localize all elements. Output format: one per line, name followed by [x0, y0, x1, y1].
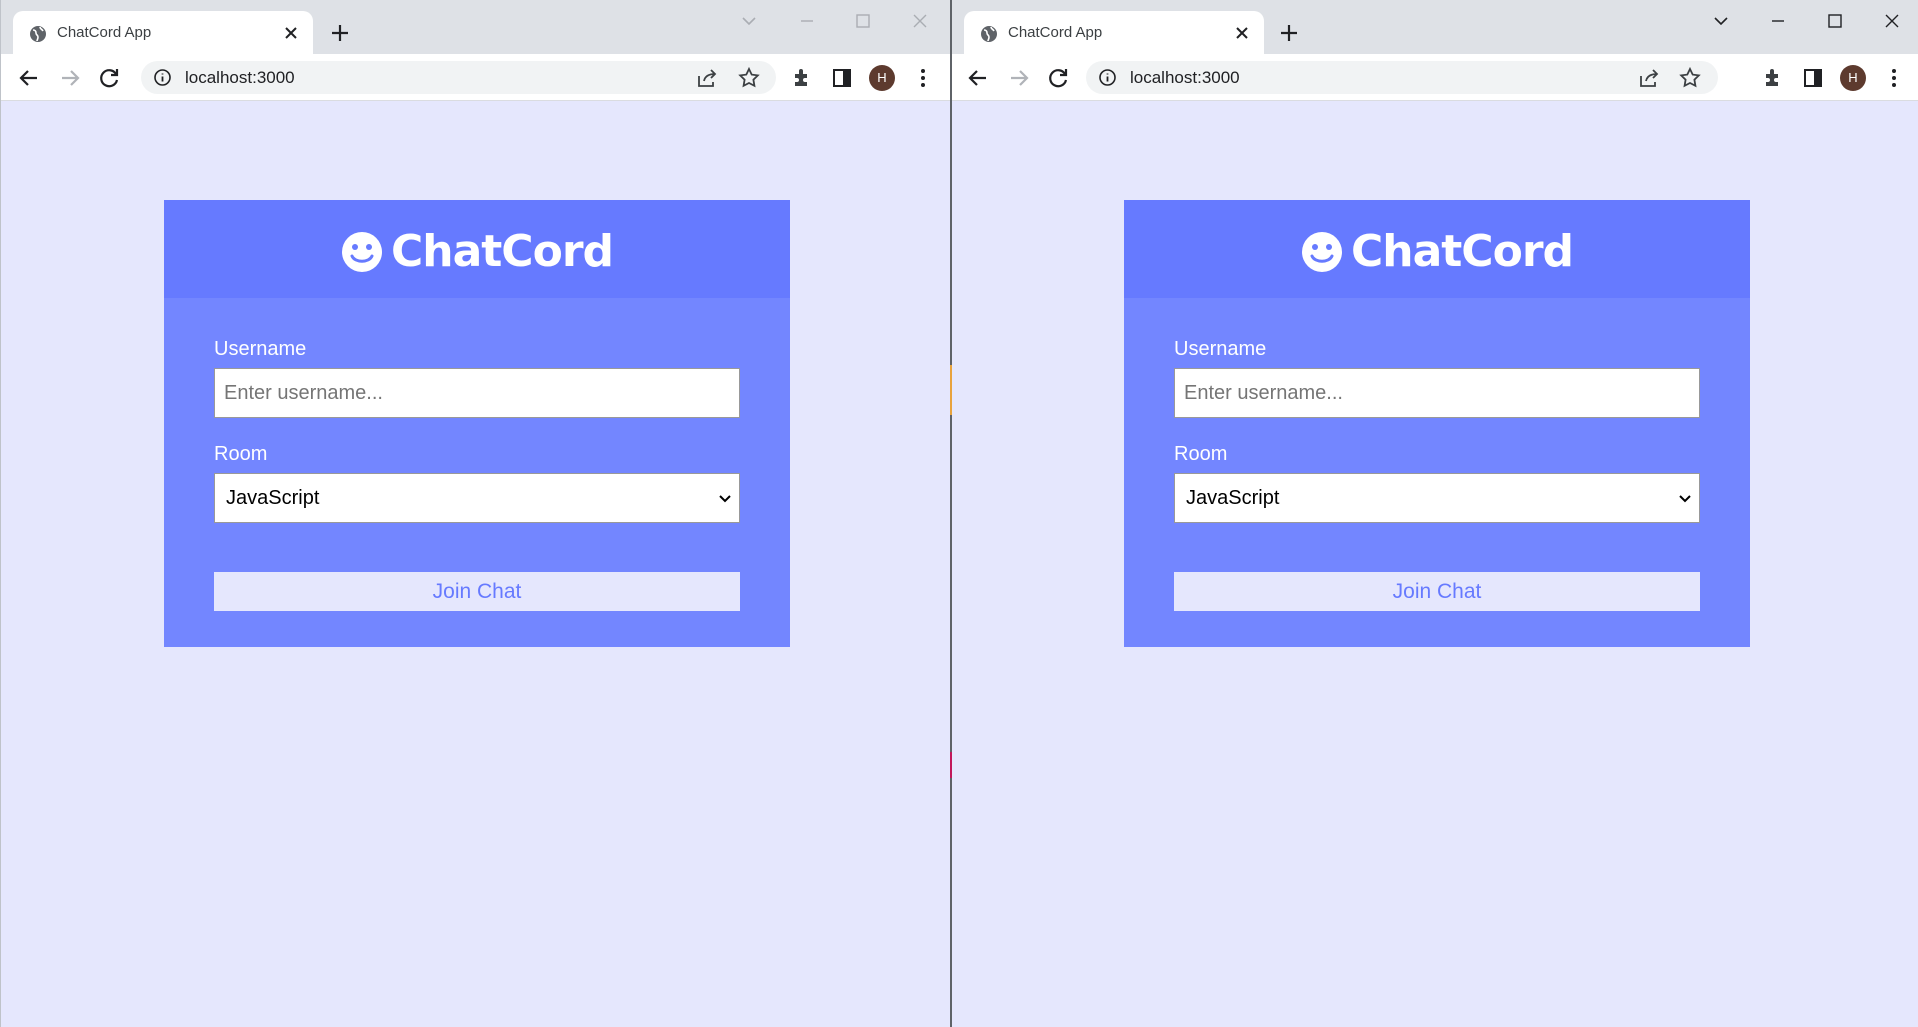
globe-icon	[30, 26, 46, 42]
login-card: ChatCord Username Enter username... Room…	[164, 200, 790, 647]
close-window-icon[interactable]	[1879, 8, 1905, 34]
new-tab-icon[interactable]	[327, 20, 353, 46]
room-selected-value: JavaScript	[226, 487, 320, 509]
back-arrow-icon[interactable]	[965, 65, 991, 91]
brand-text: ChatCord	[390, 226, 614, 277]
reload-icon[interactable]	[97, 65, 123, 91]
username-label: Username	[214, 338, 307, 360]
username-label: Username	[1174, 338, 1267, 360]
browser-window-left: ChatCord App localhost:3000 H ChatCord U…	[0, 0, 950, 1027]
card-header: ChatCord	[164, 200, 790, 298]
site-info-icon[interactable]	[153, 68, 172, 87]
more-menu-icon[interactable]	[910, 65, 936, 91]
side-panel-icon[interactable]	[829, 65, 855, 91]
maximize-icon[interactable]	[850, 8, 876, 34]
bookmark-star-icon[interactable]	[1678, 66, 1702, 90]
browser-window-right: ChatCord App localhost:3000 H ChatCord U…	[952, 0, 1918, 1027]
tab-chatcord-app[interactable]: ChatCord App	[13, 11, 313, 54]
minimize-icon[interactable]	[794, 8, 820, 34]
forward-arrow-icon[interactable]	[1006, 65, 1032, 91]
toolbar: localhost:3000 H	[1, 54, 950, 101]
site-info-icon[interactable]	[1098, 68, 1117, 87]
brand-title: ChatCord	[1124, 226, 1750, 277]
address-url: localhost:3000	[1130, 68, 1240, 87]
smiley-icon	[341, 232, 382, 272]
tab-chatcord-app[interactable]: ChatCord App	[964, 11, 1264, 54]
share-icon[interactable]	[695, 66, 719, 90]
login-card: ChatCord Username Enter username... Room…	[1124, 200, 1750, 647]
new-tab-icon[interactable]	[1276, 20, 1302, 46]
minimize-icon[interactable]	[1765, 8, 1791, 34]
reload-icon[interactable]	[1046, 65, 1072, 91]
room-label: Room	[214, 443, 268, 465]
bookmark-star-icon[interactable]	[737, 66, 761, 90]
room-selected-value: JavaScript	[1186, 487, 1280, 509]
more-menu-icon[interactable]	[1881, 65, 1907, 91]
tab-title: ChatCord App	[1008, 24, 1103, 41]
address-bar[interactable]: localhost:3000	[1086, 61, 1718, 94]
address-url: localhost:3000	[185, 68, 295, 87]
globe-icon	[981, 26, 997, 42]
side-panel-icon[interactable]	[1800, 65, 1826, 91]
brand-text: ChatCord	[1350, 226, 1574, 277]
brand-title: ChatCord	[164, 226, 790, 277]
forward-arrow-icon[interactable]	[57, 65, 83, 91]
join-chat-button[interactable]: Join Chat	[214, 572, 740, 611]
desktop: ChatCord App localhost:3000 H ChatCord U…	[0, 0, 1918, 1027]
smiley-icon	[1301, 232, 1342, 272]
chevron-down-icon	[1679, 495, 1691, 503]
username-input[interactable]: Enter username...	[1174, 368, 1700, 418]
profile-avatar[interactable]: H	[869, 65, 895, 91]
close-window-icon[interactable]	[907, 8, 933, 34]
room-select[interactable]: JavaScript	[214, 473, 740, 523]
share-icon[interactable]	[1637, 66, 1661, 90]
tab-search-chevron-icon[interactable]	[1708, 8, 1734, 34]
address-bar[interactable]: localhost:3000	[141, 61, 776, 94]
close-tab-icon[interactable]	[281, 23, 301, 43]
toolbar: localhost:3000 H	[952, 54, 1918, 101]
room-label: Room	[1174, 443, 1228, 465]
join-chat-button[interactable]: Join Chat	[1174, 572, 1700, 611]
extensions-puzzle-icon[interactable]	[1760, 65, 1786, 91]
chevron-down-icon	[719, 495, 731, 503]
tab-search-chevron-icon[interactable]	[736, 8, 762, 34]
profile-avatar[interactable]: H	[1840, 65, 1866, 91]
card-header: ChatCord	[1124, 200, 1750, 298]
tab-strip: ChatCord App	[1, 0, 950, 54]
room-select[interactable]: JavaScript	[1174, 473, 1700, 523]
back-arrow-icon[interactable]	[16, 65, 42, 91]
maximize-icon[interactable]	[1822, 8, 1848, 34]
tab-title: ChatCord App	[57, 24, 152, 41]
extensions-puzzle-icon[interactable]	[789, 65, 815, 91]
close-tab-icon[interactable]	[1232, 23, 1252, 43]
username-input[interactable]: Enter username...	[214, 368, 740, 418]
tab-strip: ChatCord App	[952, 0, 1918, 54]
